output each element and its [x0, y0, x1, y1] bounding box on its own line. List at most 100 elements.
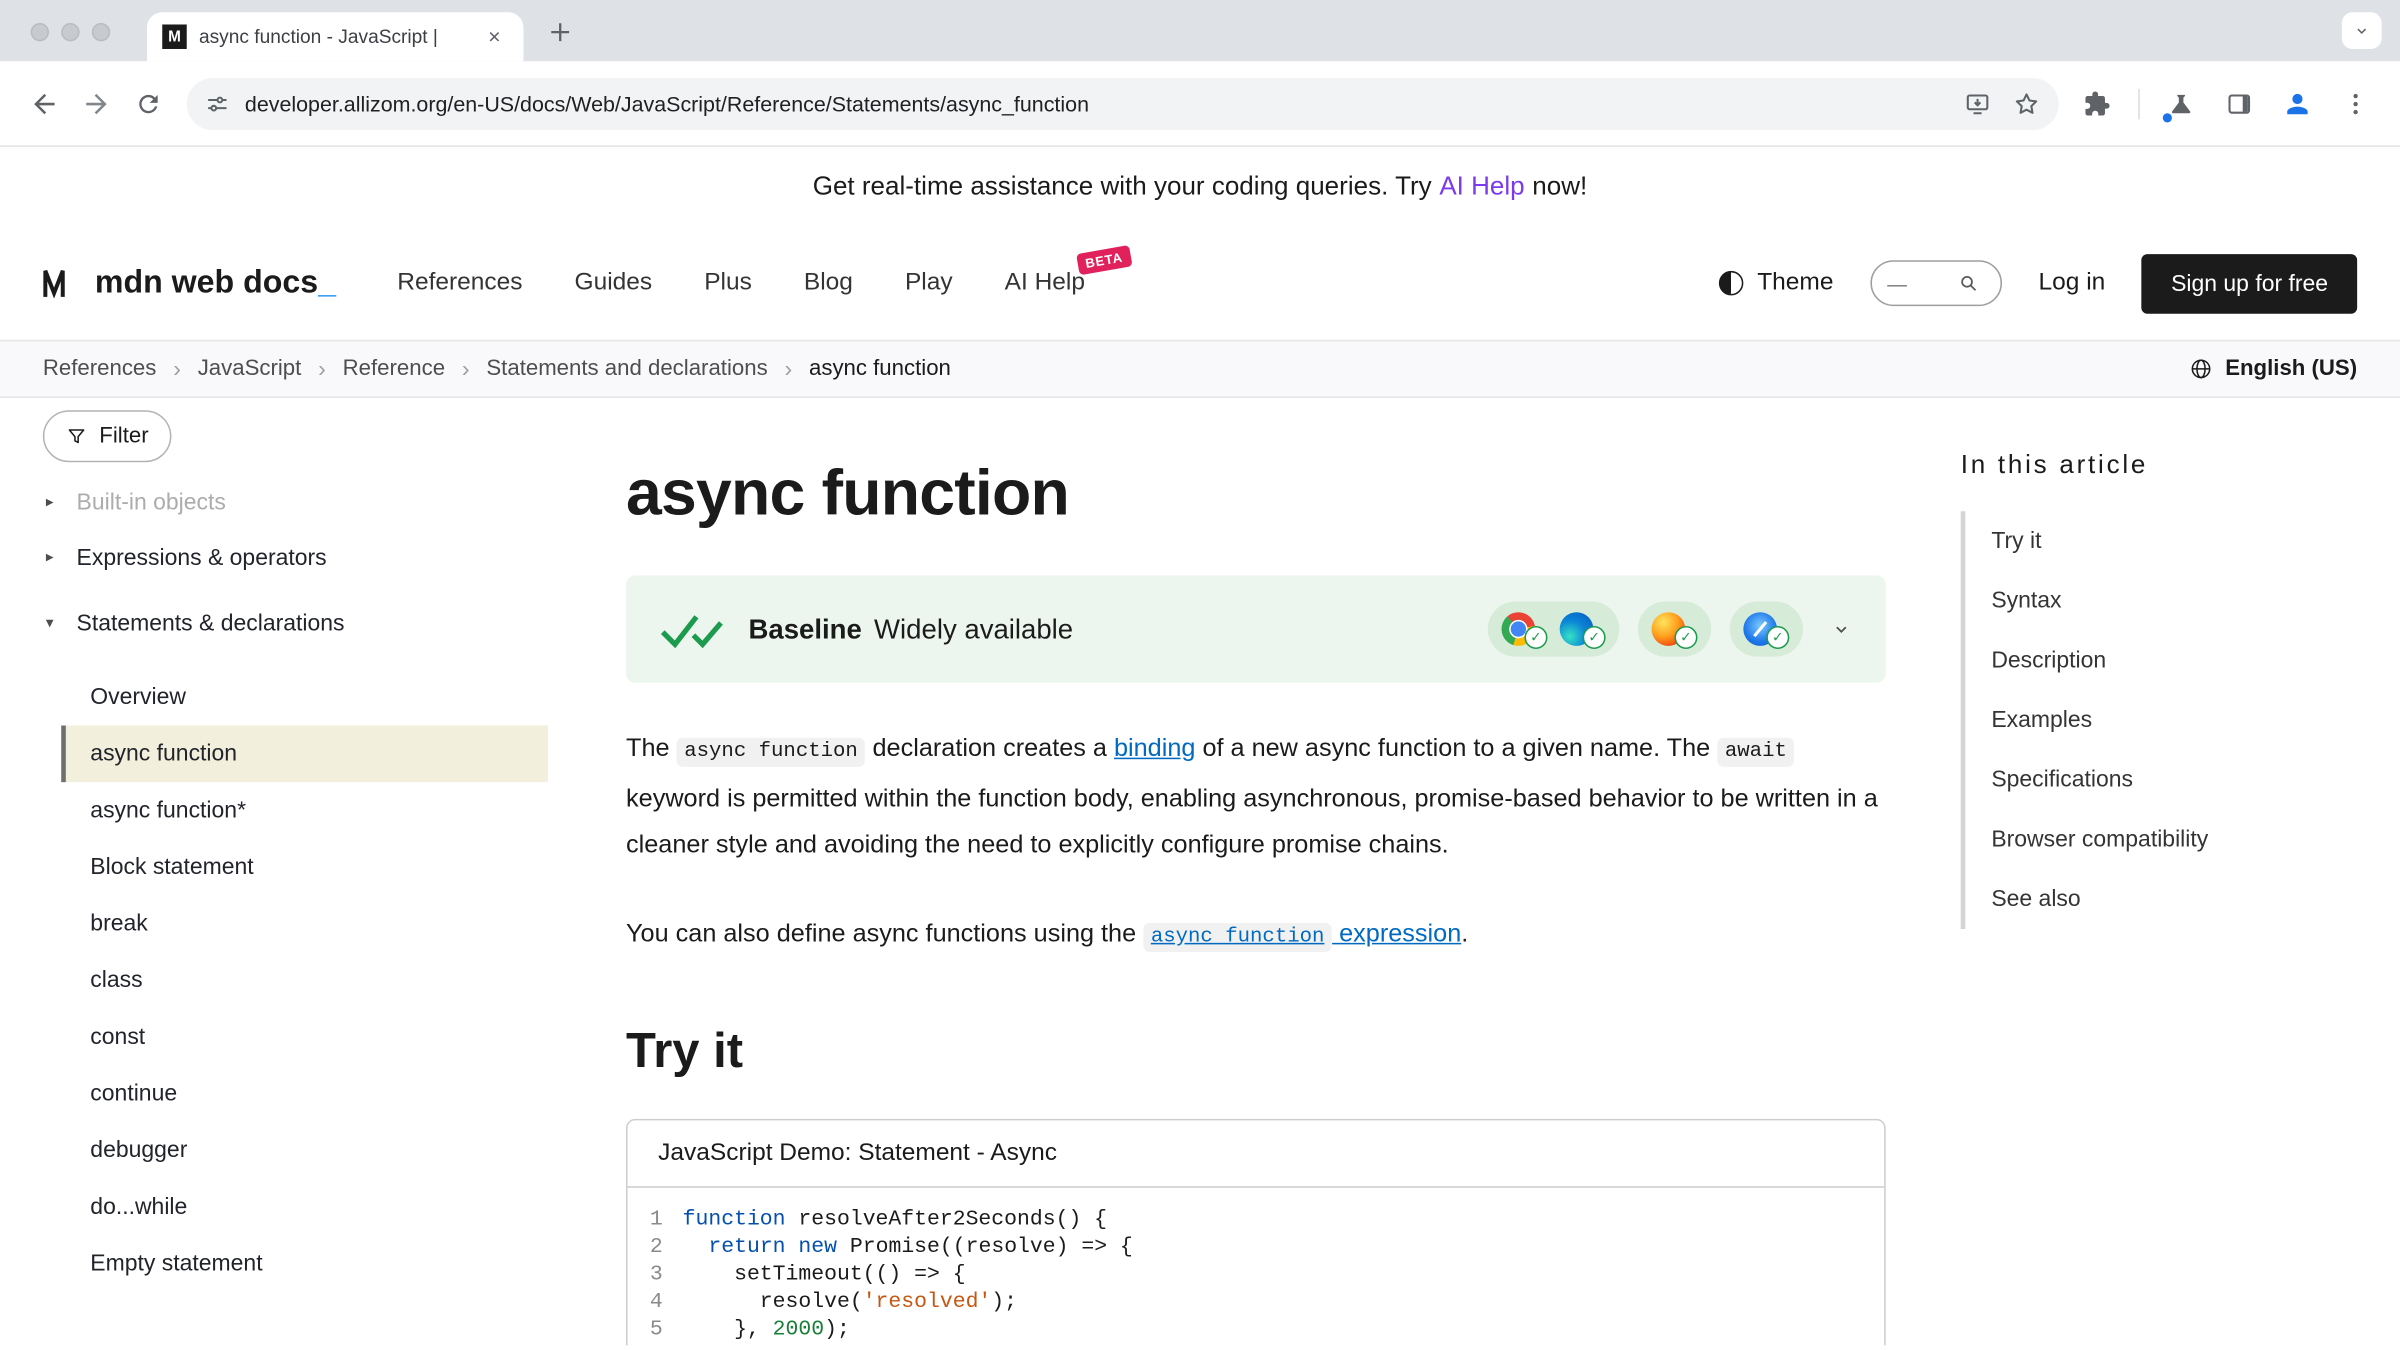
address-bar[interactable]: developer.allizom.org/en-US/docs/Web/Jav…: [187, 77, 2059, 129]
baseline-widget[interactable]: BaselineWidely available ✓ ✓ ✓ ✓: [626, 576, 1886, 683]
toc-list: Try it Syntax Description Examples Speci…: [1961, 511, 2357, 929]
theme-label: Theme: [1757, 269, 1833, 297]
second-paragraph: You can also define async functions usin…: [626, 911, 1886, 962]
search-icon[interactable]: [1957, 272, 1978, 293]
sidebar-item-do-while[interactable]: do...while: [61, 1179, 548, 1236]
nav-references[interactable]: References: [397, 269, 522, 297]
site-header: mdn web docs_ References Guides Plus Blo…: [0, 227, 2400, 340]
sidebar-item-debugger[interactable]: debugger: [61, 1122, 548, 1179]
async-function-expression-link[interactable]: async function expression: [1143, 920, 1461, 948]
sidebar-item-empty-statement[interactable]: Empty statement: [61, 1235, 548, 1292]
side-panel-icon[interactable]: [2213, 77, 2265, 129]
code-text[interactable]: function resolveAfter2Seconds() {: [683, 1206, 1107, 1234]
url-text[interactable]: developer.allizom.org/en-US/docs/Web/Jav…: [245, 91, 1949, 115]
login-link[interactable]: Log in: [2039, 269, 2106, 297]
edge-supported-check-icon: ✓: [1583, 625, 1606, 648]
intro-paragraph: The async function declaration creates a…: [626, 726, 1886, 868]
chromium-support-pill: ✓ ✓: [1488, 602, 1620, 657]
language-switcher[interactable]: English (US): [2188, 357, 2357, 381]
nav-play[interactable]: Play: [905, 269, 953, 297]
tab-search-chevron-icon[interactable]: [2342, 12, 2382, 49]
nav-plus[interactable]: Plus: [704, 269, 752, 297]
mdn-favicon-icon: M: [162, 24, 186, 48]
toc-item-description[interactable]: Description: [1991, 631, 2357, 691]
toc-item-syntax[interactable]: Syntax: [1991, 571, 2357, 631]
toc-item-specifications[interactable]: Specifications: [1991, 750, 2357, 810]
breadcrumb-javascript[interactable]: JavaScript: [198, 357, 302, 381]
sidebar-sublist: Overview async function async function* …: [43, 669, 548, 1292]
code-text[interactable]: });: [683, 1344, 747, 1346]
toolbar-actions: [2071, 77, 2382, 129]
browser-tab[interactable]: M async function - JavaScript |: [147, 12, 524, 61]
expanded-arrow-icon: ▾: [46, 615, 67, 632]
promo-text-before: Get real-time assistance with your codin…: [813, 171, 1432, 202]
reload-button[interactable]: [122, 77, 174, 129]
line-number: 6: [628, 1344, 683, 1346]
toc-item-browser-compatibility[interactable]: Browser compatibility: [1991, 810, 2357, 870]
sidebar-item-async-function-star[interactable]: async function*: [61, 782, 548, 839]
logo-cursor: _: [318, 265, 336, 300]
tab-close-icon[interactable]: [481, 23, 509, 51]
breadcrumb-separator-icon: ›: [318, 356, 326, 382]
code-editor[interactable]: 1function resolveAfter2Seconds() { 2 ret…: [628, 1188, 1885, 1346]
sidebar-section-statements[interactable]: ▾ Statements & declarations: [43, 591, 548, 657]
firefox-supported-check-icon: ✓: [1674, 625, 1697, 648]
collapsed-arrow-icon: ▸: [46, 494, 67, 511]
collapsed-arrow-icon: ▸: [46, 549, 67, 566]
theme-toggle[interactable]: Theme: [1719, 269, 1833, 297]
table-of-contents: In this article Try it Syntax Descriptio…: [1961, 398, 2357, 1345]
forward-button[interactable]: [70, 77, 122, 129]
nav-blog[interactable]: Blog: [804, 269, 853, 297]
code-text[interactable]: resolve('resolved');: [683, 1289, 1017, 1317]
page-content: Filter ▸ Built-in objects ▸ Expressions …: [0, 398, 2400, 1345]
sidebar-item-overview[interactable]: Overview: [61, 669, 548, 726]
article: async function BaselineWidely available …: [626, 398, 1886, 1345]
site-search[interactable]: [1870, 260, 2002, 306]
menu-kebab-icon[interactable]: [2330, 77, 2382, 129]
main-nav: References Guides Plus Blog Play AI Help…: [397, 269, 1085, 297]
line-number: 1: [628, 1206, 683, 1234]
breadcrumb-reference[interactable]: Reference: [343, 357, 445, 381]
back-button[interactable]: [18, 77, 70, 129]
chrome-labs-flask-icon[interactable]: [2155, 77, 2207, 129]
window-close-button[interactable]: [31, 23, 49, 41]
code-line: 5 }, 2000);: [628, 1316, 1885, 1344]
code-text[interactable]: setTimeout(() => {: [683, 1261, 966, 1289]
promo-ai-help-link[interactable]: AI Help: [1439, 171, 1524, 202]
code-text[interactable]: }, 2000);: [683, 1316, 850, 1344]
toc-item-examples[interactable]: Examples: [1991, 690, 2357, 750]
breadcrumb-separator-icon: ›: [173, 356, 181, 382]
site-settings-icon[interactable]: [205, 91, 229, 115]
sidebar-item-class[interactable]: class: [61, 952, 548, 1009]
toc-item-see-also[interactable]: See also: [1991, 869, 2357, 929]
nav-guides[interactable]: Guides: [575, 269, 653, 297]
binding-link[interactable]: binding: [1114, 735, 1195, 763]
promo-text-after: now!: [1532, 171, 1587, 202]
sidebar-item-break[interactable]: break: [61, 895, 548, 952]
sidebar-item-async-function[interactable]: async function: [61, 726, 548, 783]
breadcrumb-current-page[interactable]: async function: [809, 357, 951, 381]
bookmark-star-icon[interactable]: [2013, 90, 2041, 118]
sidebar-item-continue[interactable]: continue: [61, 1065, 548, 1122]
breadcrumb-statements[interactable]: Statements and declarations: [486, 357, 767, 381]
install-app-icon[interactable]: [1964, 90, 1992, 118]
baseline-expand-chevron-icon[interactable]: [1831, 618, 1852, 639]
new-tab-button[interactable]: [545, 17, 576, 48]
code-line: 3 setTimeout(() => {: [628, 1261, 1885, 1289]
window-zoom-button[interactable]: [92, 23, 110, 41]
window-minimize-button[interactable]: [61, 23, 79, 41]
sidebar-item-block-statement[interactable]: Block statement: [61, 839, 548, 896]
extensions-puzzle-icon[interactable]: [2071, 77, 2123, 129]
sidebar-section-expressions[interactable]: ▸ Expressions & operators: [43, 525, 548, 591]
search-input[interactable]: [1887, 272, 1948, 295]
mdn-logo[interactable]: mdn web docs_: [43, 265, 336, 302]
sidebar-item-const[interactable]: const: [61, 1009, 548, 1066]
toc-item-try-it[interactable]: Try it: [1991, 511, 2357, 571]
signup-button[interactable]: Sign up for free: [2142, 253, 2357, 313]
code-text[interactable]: return new Promise((resolve) => {: [683, 1234, 1133, 1262]
profile-avatar-icon[interactable]: [2271, 77, 2323, 129]
breadcrumb-references[interactable]: References: [43, 357, 157, 381]
sidebar-item-built-in-objects[interactable]: ▸ Built-in objects: [43, 484, 548, 525]
filter-button[interactable]: Filter: [43, 410, 172, 462]
nav-ai-help[interactable]: AI HelpBETA: [1005, 269, 1085, 297]
